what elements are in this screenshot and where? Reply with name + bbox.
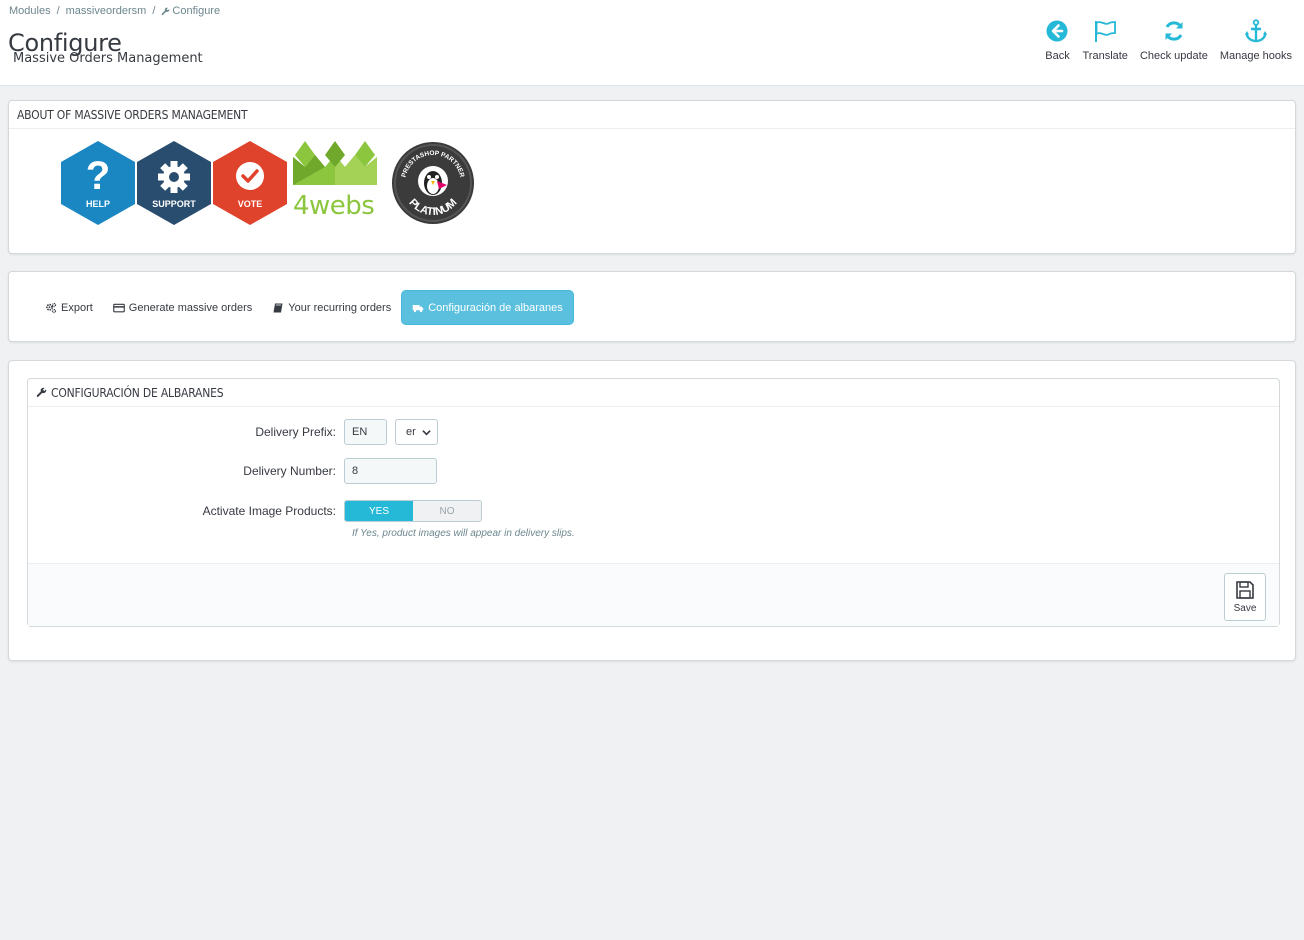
switch-no[interactable]: NO [413,501,481,521]
language-select-value: er [406,426,416,438]
config-panel: Configuración de albaranes Delivery Pref… [27,378,1280,627]
save-label: Save [1233,603,1257,614]
delivery-number-label: Delivery Number: [243,464,336,478]
delivery-prefix-row: Delivery Prefix: EN er [28,419,438,445]
tab-export-label: Export [61,301,93,314]
activate-images-label: Activate Image Products: [202,504,336,518]
prestashop-platinum-icon: PRESTASHOP PARTNER PLATINUM [392,142,474,224]
breadcrumb-separator: / [152,5,156,17]
book-icon [273,303,283,312]
about-panel: About of Massive Orders Management ? HEL… [8,100,1296,254]
credit-card-icon [112,303,125,312]
truck-icon [412,304,424,312]
tab-generate-massive-orders[interactable]: Generate massive orders [103,290,263,325]
gears-icon [46,302,57,313]
check-update-label: Check update [1139,50,1208,62]
back-label: Back [1045,50,1070,62]
delivery-prefix-label: Delivery Prefix: [255,425,336,439]
page-subtitle: Massive Orders Management [13,51,203,66]
tab-delivery-label: Configuración de albaranes [428,301,563,314]
manage-hooks-button[interactable]: Manage hooks [1214,18,1298,62]
delivery-number-row: Delivery Number: 8 [28,458,437,484]
toolbar: Back Translate Check update Manage hooks [1038,18,1298,62]
tab-recurring-orders[interactable]: Your recurring orders [262,290,401,325]
vote-badge[interactable]: VOTE [213,141,287,225]
logos-row: ? HELP SUPPORT VOTE 4webs PRESTASHOP PAR… [61,141,475,225]
4webs-logo[interactable]: 4webs [293,141,377,225]
tab-recurring-label: Your recurring orders [288,301,392,314]
tab-list: Export Generate massive orders Your recu… [35,290,574,325]
floppy-disk-icon [1236,581,1254,599]
wrench-icon [162,7,170,15]
tab-delivery-config[interactable]: Configuración de albaranes [401,290,574,325]
breadcrumb-modules[interactable]: Modules [9,5,51,17]
4webs-crown-icon [293,141,377,185]
back-button[interactable]: Back [1038,18,1076,62]
page-header: Modules / massiveordersm / Configure Con… [0,0,1304,86]
manage-hooks-label: Manage hooks [1219,50,1292,62]
wrench-icon [36,387,47,397]
flag-icon [1095,21,1117,42]
tabs-panel: Export Generate massive orders Your recu… [8,271,1296,342]
support-badge[interactable]: SUPPORT [137,141,211,225]
help-label: HELP [85,199,110,209]
delivery-number-input[interactable]: 8 [344,458,437,484]
4webs-wordmark: 4webs [293,191,375,221]
tab-generate-label: Generate massive orders [128,301,253,314]
breadcrumb-separator: / [56,5,60,17]
anchor-icon [1244,19,1267,43]
support-label: SUPPORT [152,199,196,209]
chevron-down-icon [422,429,431,435]
translate-button[interactable]: Translate [1076,18,1133,62]
activate-images-switch[interactable]: YES NO [344,500,482,522]
activate-images-help: If Yes, product images will appear in de… [352,528,575,539]
delivery-prefix-input[interactable]: EN [344,419,387,445]
gear-icon [137,141,211,225]
svg-text:?: ? [86,154,110,198]
vote-label: VOTE [237,199,263,209]
breadcrumb-module[interactable]: massiveordersm [66,5,147,17]
config-outer-panel: Configuración de albaranes Delivery Pref… [8,360,1296,661]
activate-images-row: Activate Image Products: YES NO [28,500,482,522]
breadcrumb-configure: Configure [172,5,221,17]
config-footer: Save [28,563,1279,626]
help-badge[interactable]: ? HELP [61,141,135,225]
check-circle-icon [213,141,287,225]
back-arrow-icon [1046,20,1068,42]
language-select[interactable]: er [395,419,438,445]
switch-yes[interactable]: YES [345,501,413,521]
translate-label: Translate [1082,50,1128,62]
prestashop-partner-badge[interactable]: PRESTASHOP PARTNER PLATINUM [391,141,475,225]
tab-export[interactable]: Export [35,290,103,325]
about-heading: About of Massive Orders Management [9,101,1295,129]
config-heading-text: Configuración de albaranes [51,385,224,400]
refresh-icon [1165,21,1183,41]
config-heading: Configuración de albaranes [28,379,1279,407]
hexagon-help-icon: ? [61,141,135,225]
check-update-button[interactable]: Check update [1134,18,1214,62]
breadcrumb-current: Configure [161,5,220,17]
breadcrumb: Modules / massiveordersm / Configure [9,5,220,17]
save-button[interactable]: Save [1224,573,1266,621]
